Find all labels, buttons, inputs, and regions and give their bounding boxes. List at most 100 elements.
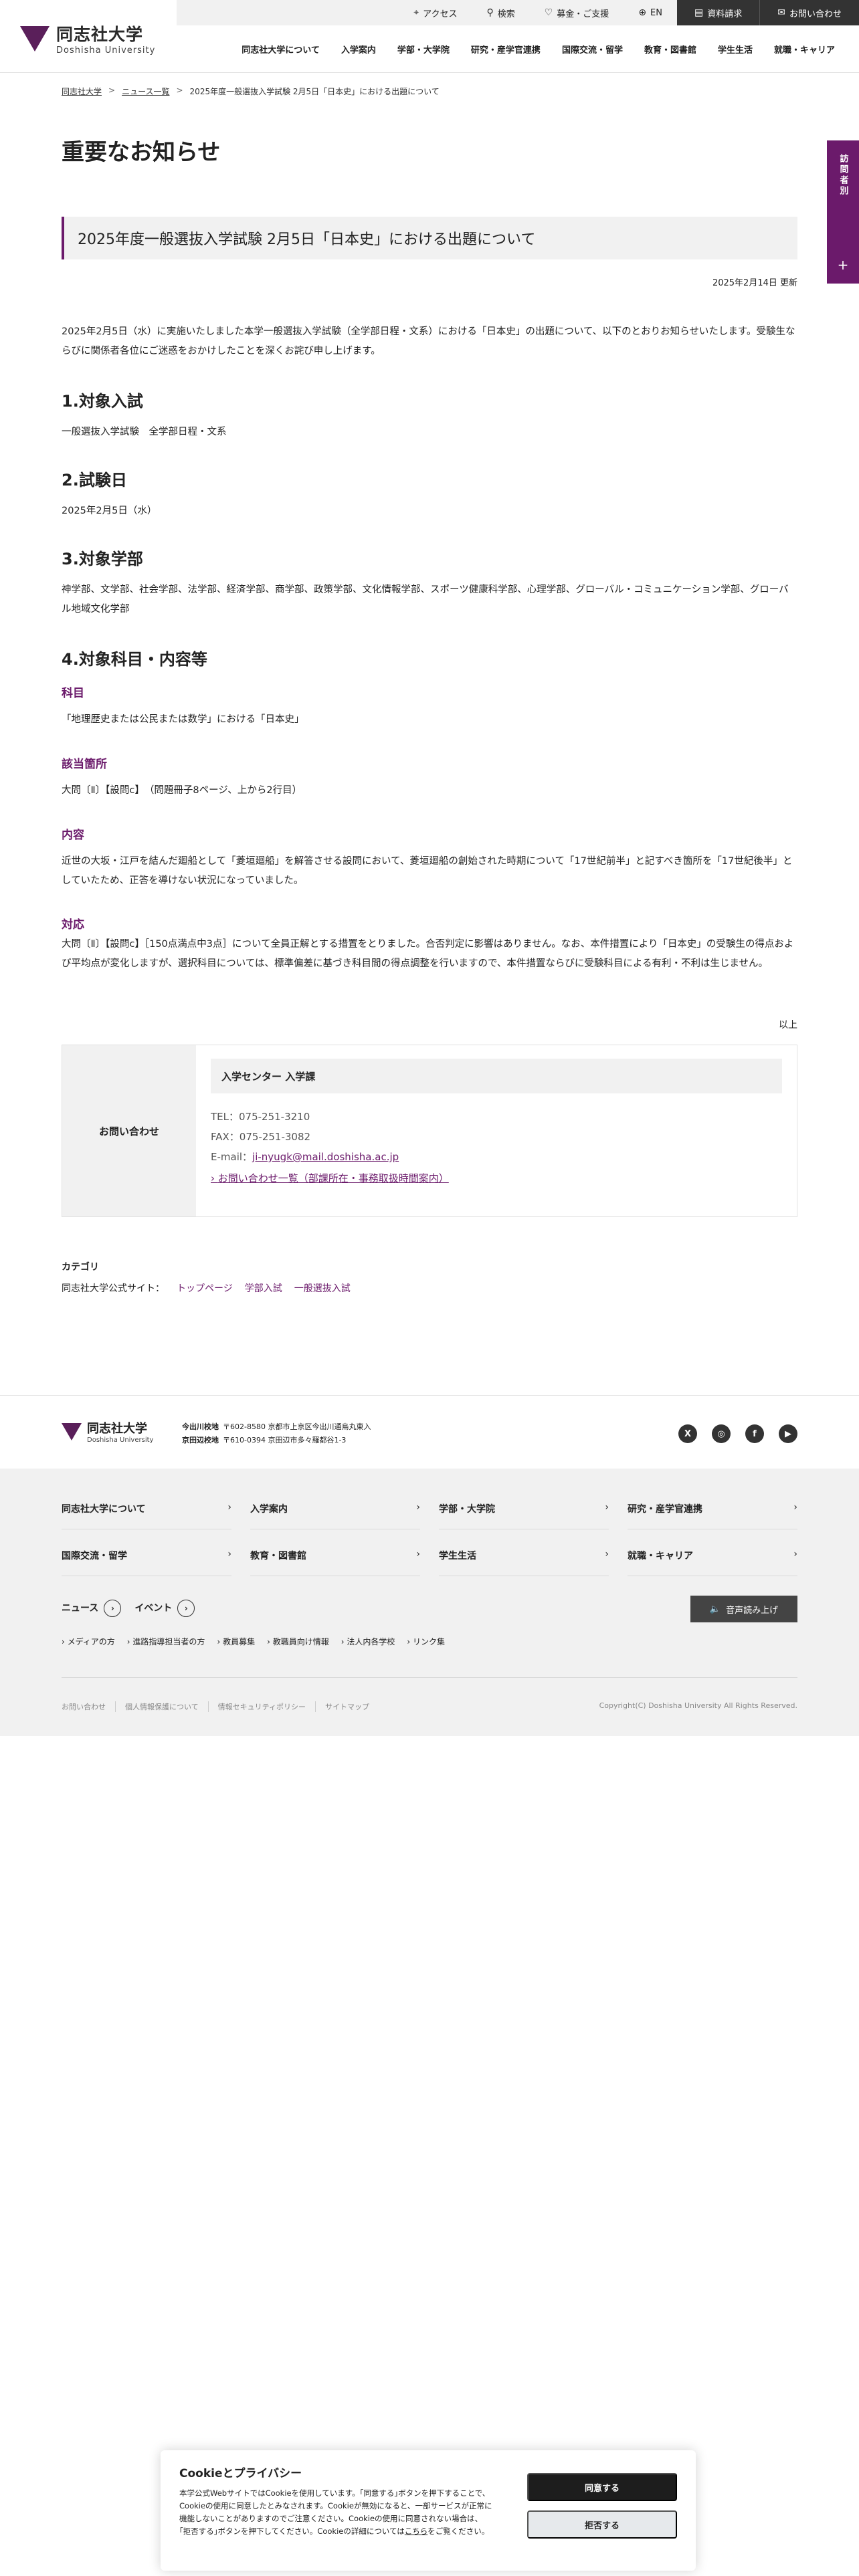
copyright: Copyright(C) Doshisha University All Rig… [599,1701,797,1710]
subheading-response: 対応 [62,918,84,932]
category-link-top[interactable]: トップページ [177,1281,233,1295]
globe-icon: ⊕ [638,7,647,18]
footer-sub-link[interactable]: › リンク集 [407,1636,445,1647]
search-icon: ⚲ [486,7,494,18]
contact-email-link[interactable]: ji-nyugk@mail.doshisha.ac.jp [252,1151,399,1163]
category-title: カテゴリ [62,1262,99,1273]
footer-nav-item[interactable]: 国際交流・留学 › [62,1549,231,1576]
content-divider [0,1395,859,1396]
legal-link[interactable]: 情報セキュリティポリシー [207,1701,315,1712]
category-label: 同志社大学公式サイト： [62,1283,165,1294]
facebook-icon[interactable]: f [745,1424,764,1443]
contact-list-link[interactable]: › お問い合わせ一覧（部課所在・事務取扱時間案内） [211,1171,782,1185]
gnav-faculties[interactable]: 学部・大学院 [397,43,450,56]
footer-sub-link[interactable]: › 進路指導担当者の方 [127,1636,205,1647]
contact-label: お問い合わせ [62,1045,196,1216]
footer-sub-links: › メディアの方 › 進路指導担当者の方 › 教員募集 › 教職員向け情報 › … [62,1636,445,1647]
gnav-education[interactable]: 教育・図書館 [644,43,696,56]
section-heading-3: 3.対象学部 [62,550,143,568]
footer-nav-item[interactable]: 教育・図書館 › [250,1549,420,1576]
breadcrumb-current: 2025年度一般選抜入学試験 2月5日「日本史」における出題について [189,87,440,96]
chevron-right-icon: › [416,1549,420,1560]
sns-links: X ◎ f ▶ [678,1424,797,1443]
category-section: カテゴリ 同志社大学公式サイト： トップページ 学部入試 一般選抜入試 [62,1260,351,1295]
footer-nav-item[interactable]: 研究・産学官連携 › [628,1502,797,1529]
footer-sub-link[interactable]: › メディアの方 [62,1636,115,1647]
language-link[interactable]: ⊕ EN [624,0,677,25]
global-nav: 同志社大学について 入学案内 学部・大学院 研究・産学官連携 国際交流・留学 教… [242,43,835,56]
footer-sub-link[interactable]: › 教職員向け情報 [267,1636,329,1647]
updated-date: 2025年2月14日 更新 [712,278,797,288]
instagram-icon[interactable]: ◎ [712,1424,731,1443]
footer-events-link[interactable]: イベント › [134,1600,195,1617]
breadcrumb: 同志社大学 > ニュース一覧 > 2025年度一般選抜入学試験 2月5日「日本史… [62,86,440,97]
visitor-menu-label: 訪問者別 [838,154,848,197]
logo-mark-icon [62,1422,82,1440]
legal-link[interactable]: 個人情報保護について [115,1701,208,1712]
gnav-admissions[interactable]: 入学案内 [341,43,376,56]
donation-link[interactable]: ♡ 募金・ご支援 [530,0,624,25]
search-link[interactable]: ⚲ 検索 [472,0,529,25]
section-heading-4: 4.対象科目・内容等 [62,650,207,669]
article-title: 2025年度一般選抜入学試験 2月5日「日本史」における出題について [62,217,797,259]
section-text-1: 一般選抜入学試験 全学部日程・文系 [62,427,227,437]
contact-tel: TEL：075-251-3210 [211,1111,310,1123]
section-text-2: 2025年2月5日（水） [62,506,157,516]
footer-sub-link[interactable]: › 教員募集 [217,1636,255,1647]
page-title: 重要なお知らせ [62,139,221,166]
voice-readout-button[interactable]: 🔈 音声読み上げ [690,1596,797,1622]
gnav-student-life[interactable]: 学生生活 [718,43,753,56]
legal-link[interactable]: お問い合わせ [62,1701,115,1712]
footer-nav-row-2: 国際交流・留学 › 教育・図書館 › 学生生活 › 就職・キャリア › [62,1549,797,1576]
footer-sub-link[interactable]: › 法人内各学校 [341,1636,395,1647]
chevron-right-icon: › [793,1502,797,1513]
chevron-right-icon: › [793,1549,797,1560]
site-logo[interactable]: 同志社大学 Doshisha University [20,21,155,56]
footer-nav-item[interactable]: 学生生活 › [439,1549,609,1576]
cookie-agree-button[interactable]: 同意する [527,2473,677,2501]
section-heading-2: 2.試験日 [62,471,127,490]
footer-news-link[interactable]: ニュース › [62,1600,122,1617]
footer-nav-item[interactable]: 入学案内 › [250,1502,420,1529]
subheading-subject: 科目 [62,687,84,700]
youtube-icon[interactable]: ▶ [779,1424,797,1443]
category-link-undergrad[interactable]: 学部入試 [245,1281,282,1295]
chevron-right-icon: › [605,1549,609,1560]
footer-logo[interactable]: 同志社大学 Doshisha University [62,1419,153,1444]
contact-button[interactable]: ✉ お問い合わせ [759,0,859,25]
gnav-about[interactable]: 同志社大学について [242,43,320,56]
contact-box: お問い合わせ 入学センター 入学課 TEL：075-251-3210 FAX：0… [62,1045,797,1217]
article-intro: 2025年2月5日（水）に実施いたしました本学一般選抜入学試験（全学部日程・文系… [62,326,795,356]
contact-fax: FAX：075-251-3082 [211,1131,311,1143]
content-text: 近世の大坂・江戸を結んだ廻船として「菱垣廻船」を解答させる設問において、菱垣廻船… [62,856,793,886]
gnav-international[interactable]: 国際交流・留学 [562,43,623,56]
end-mark: 以上 [779,1020,797,1031]
chevron-right-icon: › [416,1502,420,1513]
breadcrumb-separator: > [108,86,116,95]
cookie-details-link[interactable]: こちら [405,2527,428,2536]
breadcrumb-home[interactable]: 同志社大学 [62,86,102,97]
breadcrumb-news[interactable]: ニュース一覧 [122,86,169,97]
footer-nav-item[interactable]: 学部・大学院 › [439,1502,609,1529]
visitor-menu-tab[interactable]: 訪問者別 + [827,140,859,284]
location-text: 大問〔Ⅱ〕【設問c】 （問題冊子8ページ、上から2行目） [62,785,302,796]
access-link[interactable]: ⌖ アクセス [399,0,472,25]
logo-mark-icon [20,25,50,51]
legal-link[interactable]: サイトマップ [315,1701,379,1712]
subheading-content: 内容 [62,829,84,842]
footer-nav-item[interactable]: 同志社大学について › [62,1502,231,1529]
speaker-icon: 🔈 [709,1604,721,1614]
logo-text-en: Doshisha University [56,45,156,56]
heart-icon: ♡ [544,7,553,18]
footer-nav-item[interactable]: 就職・キャリア › [628,1549,797,1576]
section-heading-1: 1.対象入試 [62,392,143,411]
category-link-general[interactable]: 一般選抜入試 [294,1281,351,1295]
cookie-refuse-button[interactable]: 拒否する [527,2510,677,2539]
chevron-right-icon: › [211,1172,218,1184]
gnav-career[interactable]: 就職・キャリア [774,43,835,56]
campus-addresses: 今出川校地 〒602-8580 京都市上京区今出川通烏丸東入 京田辺校地 〒610-… [182,1422,371,1444]
x-icon[interactable]: X [678,1424,697,1443]
request-materials-button[interactable]: ▤ 資料請求 [677,0,760,25]
arrow-right-icon: › [177,1600,195,1617]
gnav-research[interactable]: 研究・産学官連携 [471,43,541,56]
